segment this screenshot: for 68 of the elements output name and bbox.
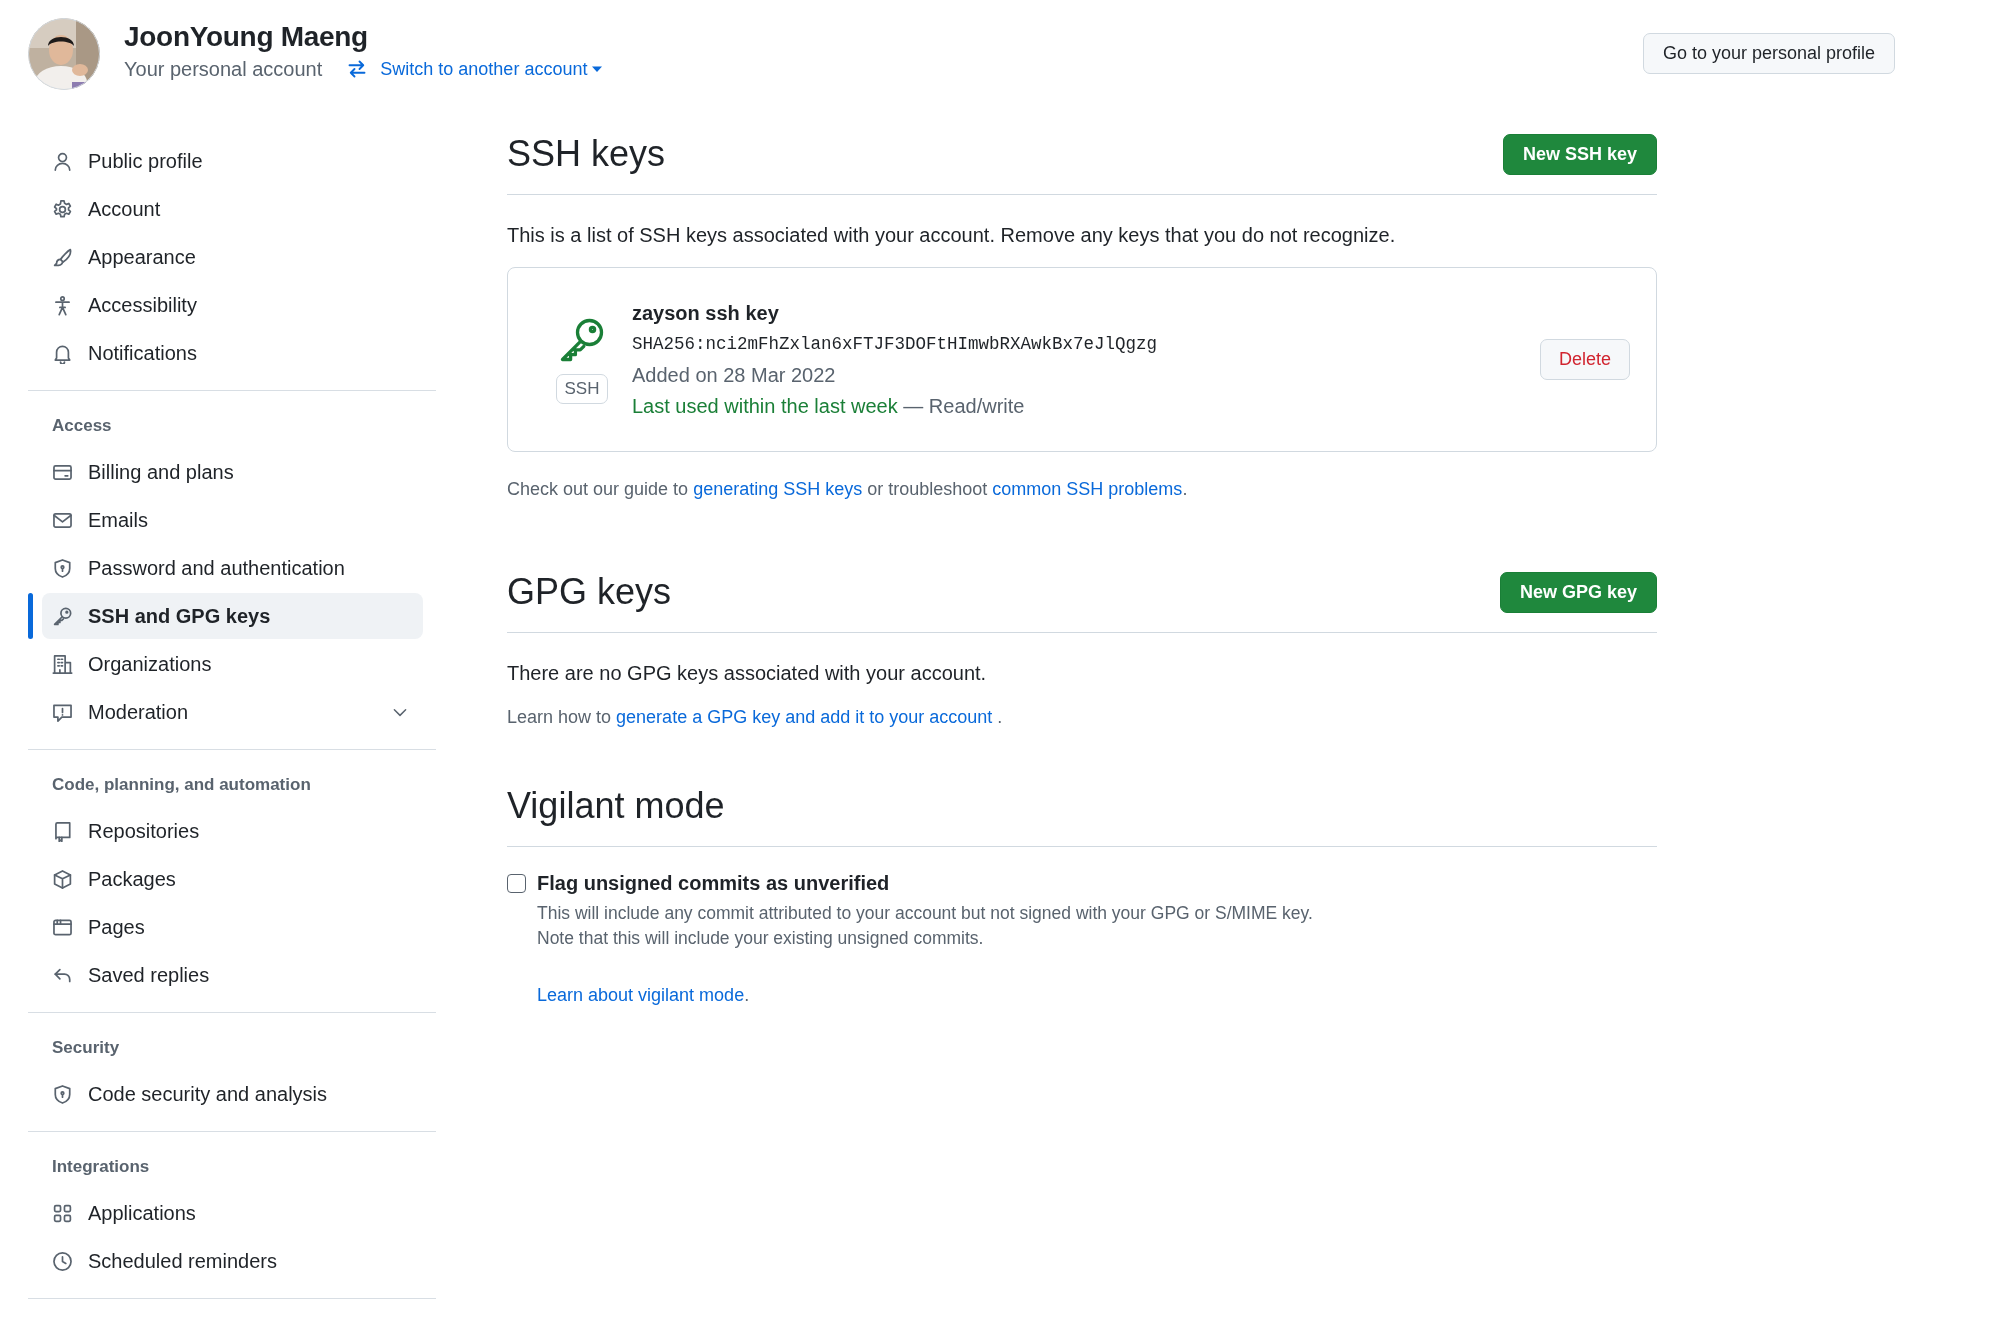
switch-account-link[interactable]: Switch to another account — [380, 54, 604, 84]
sidebar-item[interactable]: Notifications — [42, 330, 423, 376]
sidebar-item[interactable]: Scheduled reminders — [42, 1238, 423, 1284]
ssh-badge: SSH — [555, 373, 609, 404]
clock-icon — [52, 1250, 73, 1272]
sidebar-item[interactable]: Emails — [42, 497, 423, 543]
caret-icon — [591, 65, 604, 73]
key-icon — [52, 605, 73, 627]
sidebar-item[interactable]: Public profile — [42, 138, 423, 184]
sidebar-item[interactable]: Code security and analysis — [42, 1071, 423, 1117]
apps-icon — [52, 1202, 73, 1224]
account-name: JoonYoung Maeng — [124, 20, 369, 54]
account-type: Your personal account — [124, 57, 323, 82]
sidebar-item[interactable]: Billing and plans — [42, 449, 423, 495]
browser-icon — [52, 916, 73, 938]
section-title: GPG keys — [507, 570, 672, 614]
package-icon — [52, 868, 73, 890]
key-title: zayson ssh key — [632, 300, 780, 326]
ssh-description: This is a list of SSH keys associated with your account. Remove any keys that you do not recognize. — [507, 223, 1397, 248]
new-gpg-key-button[interactable]: New GPG key — [1499, 571, 1657, 613]
sidebar-item[interactable]: Saved replies — [42, 952, 423, 998]
section-heading: Integrations — [52, 1156, 150, 1179]
link[interactable]: generating SSH keys — [693, 479, 863, 499]
accessibility-icon — [52, 294, 73, 316]
shield-lock-icon — [52, 1083, 73, 1105]
section-heading: Security — [52, 1037, 120, 1060]
key-fingerprint: SHA256:nci2mFhZxlan6xFTJF3DOFtHImwbRXAwkBx7eJlQgzg — [632, 332, 1159, 356]
paintbrush-icon — [52, 246, 73, 268]
sidebar-item[interactable]: Packages — [42, 856, 423, 902]
section-title: SSH keys — [507, 132, 666, 176]
gpg-guide-text: Learn how to generate a GPG key and add it to your account . — [507, 706, 1004, 729]
personal-profile-button[interactable]: Go to your personal profile — [1642, 33, 1895, 74]
sidebar-item[interactable]: Organizations — [42, 641, 423, 687]
key-added-date: Added on 28 Mar 2022 — [632, 362, 837, 388]
ssh-guide-text: Check out our guide to generating SSH keys or troubleshoot common SSH problems. — [507, 478, 1189, 501]
new-ssh-key-button[interactable]: New SSH key — [1502, 133, 1657, 175]
report-icon — [52, 701, 73, 723]
sidebar-item[interactable]: Accessibility — [42, 282, 423, 328]
option-description: Note that this will include your existing unsigned commits. — [537, 927, 985, 950]
vigilant-link-text: Learn about vigilant mode. — [537, 984, 751, 1007]
section-heading: Access — [52, 415, 112, 438]
gear-icon — [52, 198, 73, 220]
gpg-empty-text: There are no GPG keys associated with your account. — [507, 661, 988, 686]
sidebar-item[interactable]: Repositories — [42, 808, 423, 854]
shield-lock-icon — [52, 557, 73, 579]
selection-indicator — [28, 593, 33, 639]
sidebar-item[interactable]: Password and authentication — [42, 545, 423, 591]
sidebar-item[interactable]: Account — [42, 186, 423, 232]
sidebar-item[interactable]: Applications — [42, 1190, 423, 1236]
checkbox-label: Flag unsigned commits as unverified — [537, 871, 890, 896]
option-description: This will include any commit attributed to your account but not signed with your GPG or S/MIME key. — [537, 902, 1314, 925]
bell-icon — [52, 342, 73, 364]
key-last-used: Last used within the last week — Read/write — [632, 393, 1026, 419]
sidebar-item[interactable]: Appearance — [42, 234, 423, 280]
link[interactable]: generate a GPG key and add it to your account — [616, 707, 993, 727]
link[interactable]: Learn about vigilant mode — [537, 985, 745, 1005]
checkbox[interactable] — [507, 873, 526, 893]
switch-icon — [347, 59, 368, 79]
section-title: Vigilant mode — [507, 784, 725, 828]
sidebar-item[interactable]: Moderation — [42, 689, 423, 735]
building-icon — [52, 653, 73, 675]
sidebar-item[interactable]: Pages — [42, 904, 423, 950]
repo-icon — [52, 820, 73, 842]
section-heading: Code, planning, and automation — [52, 774, 311, 797]
person-icon — [52, 150, 73, 172]
link[interactable]: common SSH problems — [992, 479, 1183, 499]
sidebar-item[interactable]: SSH and GPG keys — [42, 593, 423, 639]
delete-button[interactable]: Delete — [1539, 339, 1630, 380]
